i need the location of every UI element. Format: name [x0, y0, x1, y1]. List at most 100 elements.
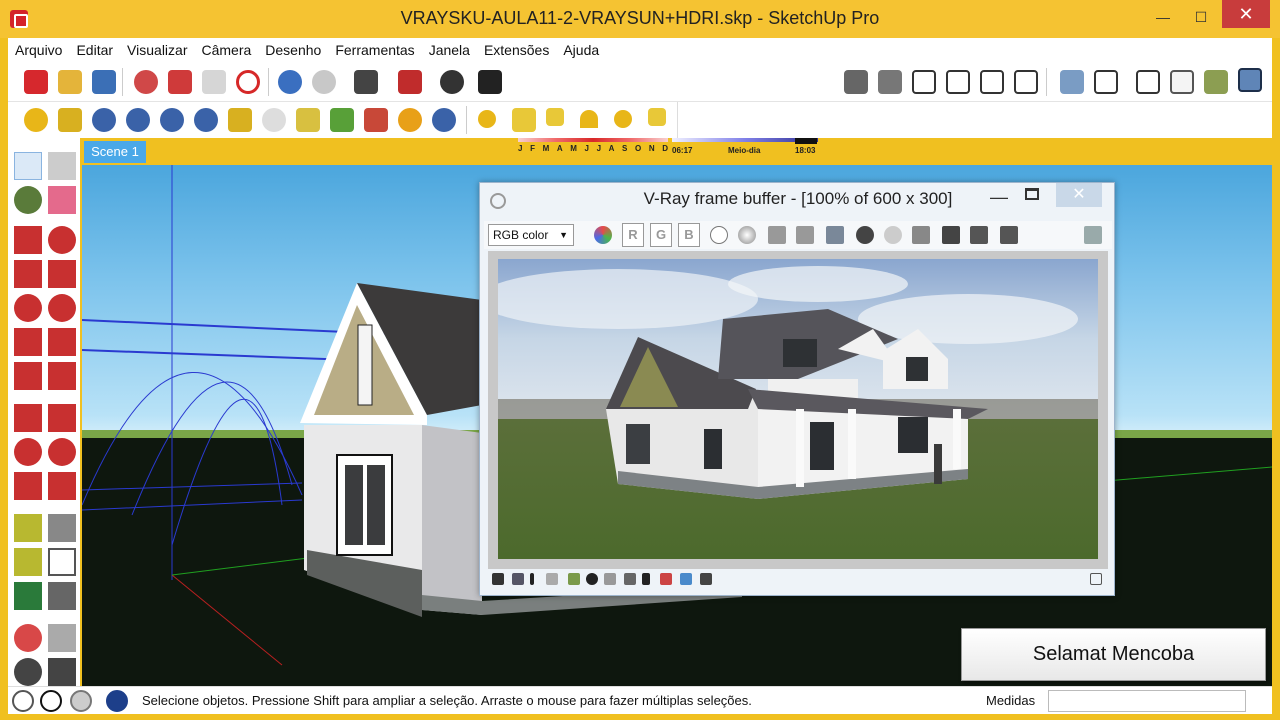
color-corrections-icon[interactable] [594, 226, 612, 244]
top-view-icon[interactable] [878, 70, 902, 94]
copy-to-host-icon[interactable] [912, 226, 930, 244]
copy-icon[interactable] [168, 70, 192, 94]
tab-scene-1[interactable]: Scene 1 [84, 141, 146, 163]
paint-bucket-icon[interactable] [14, 186, 42, 214]
pixel-info-icon[interactable] [700, 573, 712, 585]
vray-sphere-icon[interactable] [262, 108, 286, 132]
protractor-icon[interactable] [14, 548, 42, 576]
vfb-minimize-button[interactable]: — [990, 187, 1008, 208]
mono-mode-icon[interactable] [738, 226, 756, 244]
vray-infinite-plane-icon[interactable] [364, 108, 388, 132]
wireframe-icon[interactable] [1094, 70, 1118, 94]
green-channel-button[interactable]: G [650, 223, 672, 247]
menu-desenho[interactable]: Desenho [258, 42, 328, 58]
print-icon[interactable] [354, 70, 378, 94]
minimize-button[interactable]: — [1148, 6, 1178, 28]
select-tool-icon[interactable] [14, 152, 42, 180]
rotate-icon[interactable] [14, 438, 42, 466]
menu-editar[interactable]: Editar [69, 42, 120, 58]
menu-ajuda[interactable]: Ajuda [556, 42, 606, 58]
freehand-icon[interactable] [48, 226, 76, 254]
close-button[interactable]: ✕ [1222, 0, 1270, 28]
spot-light-icon[interactable] [512, 108, 536, 132]
vray-tag-icon[interactable] [228, 108, 252, 132]
lut-icon[interactable] [624, 573, 636, 585]
right-view-icon[interactable] [946, 70, 970, 94]
polygon-icon[interactable] [48, 294, 76, 322]
menu-janela[interactable]: Janela [422, 42, 477, 58]
xray-icon[interactable] [1060, 70, 1084, 94]
histogram-icon[interactable] [546, 573, 558, 585]
arc-icon[interactable] [14, 328, 42, 356]
vray-pause-icon[interactable] [432, 108, 456, 132]
compare-icon[interactable] [660, 573, 672, 585]
measures-input[interactable] [1048, 690, 1246, 712]
3pt-arc-icon[interactable] [14, 362, 42, 390]
iso-view-icon[interactable] [844, 70, 868, 94]
info-icon[interactable] [40, 690, 62, 712]
hidden-line-icon[interactable] [1136, 70, 1160, 94]
menu-arquivo[interactable]: Arquivo [8, 42, 69, 58]
channel-select[interactable]: RGB color ▼ [488, 224, 574, 246]
open-folder-icon[interactable] [58, 70, 82, 94]
vray-options-icon[interactable] [58, 108, 82, 132]
rotated-rectangle-icon[interactable] [48, 260, 76, 288]
menu-visualizar[interactable]: Visualizar [120, 42, 194, 58]
monochrome-icon[interactable] [1238, 68, 1262, 92]
push-pull-icon[interactable] [48, 404, 76, 432]
scale-icon[interactable] [14, 472, 42, 500]
exposure-icon[interactable] [586, 573, 598, 585]
vray-render-icon[interactable] [92, 108, 116, 132]
front-view-icon[interactable] [912, 70, 936, 94]
ab-compare-icon[interactable] [680, 573, 692, 585]
geolocation-icon[interactable] [12, 690, 34, 712]
track-mouse-icon[interactable] [884, 226, 902, 244]
vfb-panel-icon[interactable] [492, 573, 504, 585]
left-view-icon[interactable] [1014, 70, 1038, 94]
axes-icon[interactable] [14, 582, 42, 610]
undo-icon[interactable] [278, 70, 302, 94]
vfb-maximize-button[interactable] [1025, 188, 1039, 200]
textured-icon[interactable] [1204, 70, 1228, 94]
eraser-icon[interactable] [48, 186, 76, 214]
dimension-icon[interactable] [48, 514, 76, 542]
save-icon[interactable] [92, 70, 116, 94]
vfb-close-button[interactable]: ✕ [1056, 183, 1102, 207]
2pt-arc-icon[interactable] [48, 328, 76, 356]
ies-light-icon[interactable] [648, 108, 666, 126]
hue-icon[interactable] [642, 573, 650, 585]
save-all-icon[interactable] [796, 226, 814, 244]
red-channel-button[interactable]: R [622, 223, 644, 247]
rect-light-icon[interactable] [546, 108, 564, 126]
help-icon[interactable] [106, 690, 128, 712]
rendered-image[interactable] [498, 259, 1098, 559]
component-tool-icon[interactable] [48, 152, 76, 180]
clear-image-icon[interactable] [856, 226, 874, 244]
curve-icon[interactable] [604, 573, 616, 585]
tape-measure-icon[interactable] [14, 514, 42, 542]
vray-fur-icon[interactable] [330, 108, 354, 132]
cut-icon[interactable] [134, 70, 158, 94]
menu-camera[interactable]: Câmera [194, 42, 258, 58]
shaded-icon[interactable] [1170, 70, 1194, 94]
redo-icon[interactable] [312, 70, 336, 94]
maximize-button[interactable]: ☐ [1186, 6, 1216, 28]
omni-light-icon[interactable] [478, 110, 496, 128]
menu-ferramentas[interactable]: Ferramentas [328, 42, 421, 58]
vray-frame-buffer-window[interactable]: V-Ray frame buffer - [100% of 600 x 300]… [479, 182, 1115, 596]
fog-icon[interactable] [478, 70, 502, 94]
new-file-icon[interactable] [24, 70, 48, 94]
shadow-toggle-icon[interactable] [440, 70, 464, 94]
sphere-light-icon[interactable] [614, 110, 632, 128]
paste-icon[interactable] [202, 70, 226, 94]
move-icon[interactable] [14, 404, 42, 432]
dome-light-icon[interactable] [580, 110, 598, 128]
zoom-window-icon[interactable] [48, 658, 76, 686]
vray-rt-icon[interactable] [126, 108, 150, 132]
offset-icon[interactable] [48, 472, 76, 500]
stop-render-icon[interactable] [1084, 226, 1102, 244]
zoom-icon[interactable] [14, 658, 42, 686]
vray-material-editor-icon[interactable] [24, 108, 48, 132]
vfb-levels-icon[interactable] [512, 573, 524, 585]
line-tool-icon[interactable] [14, 226, 42, 254]
